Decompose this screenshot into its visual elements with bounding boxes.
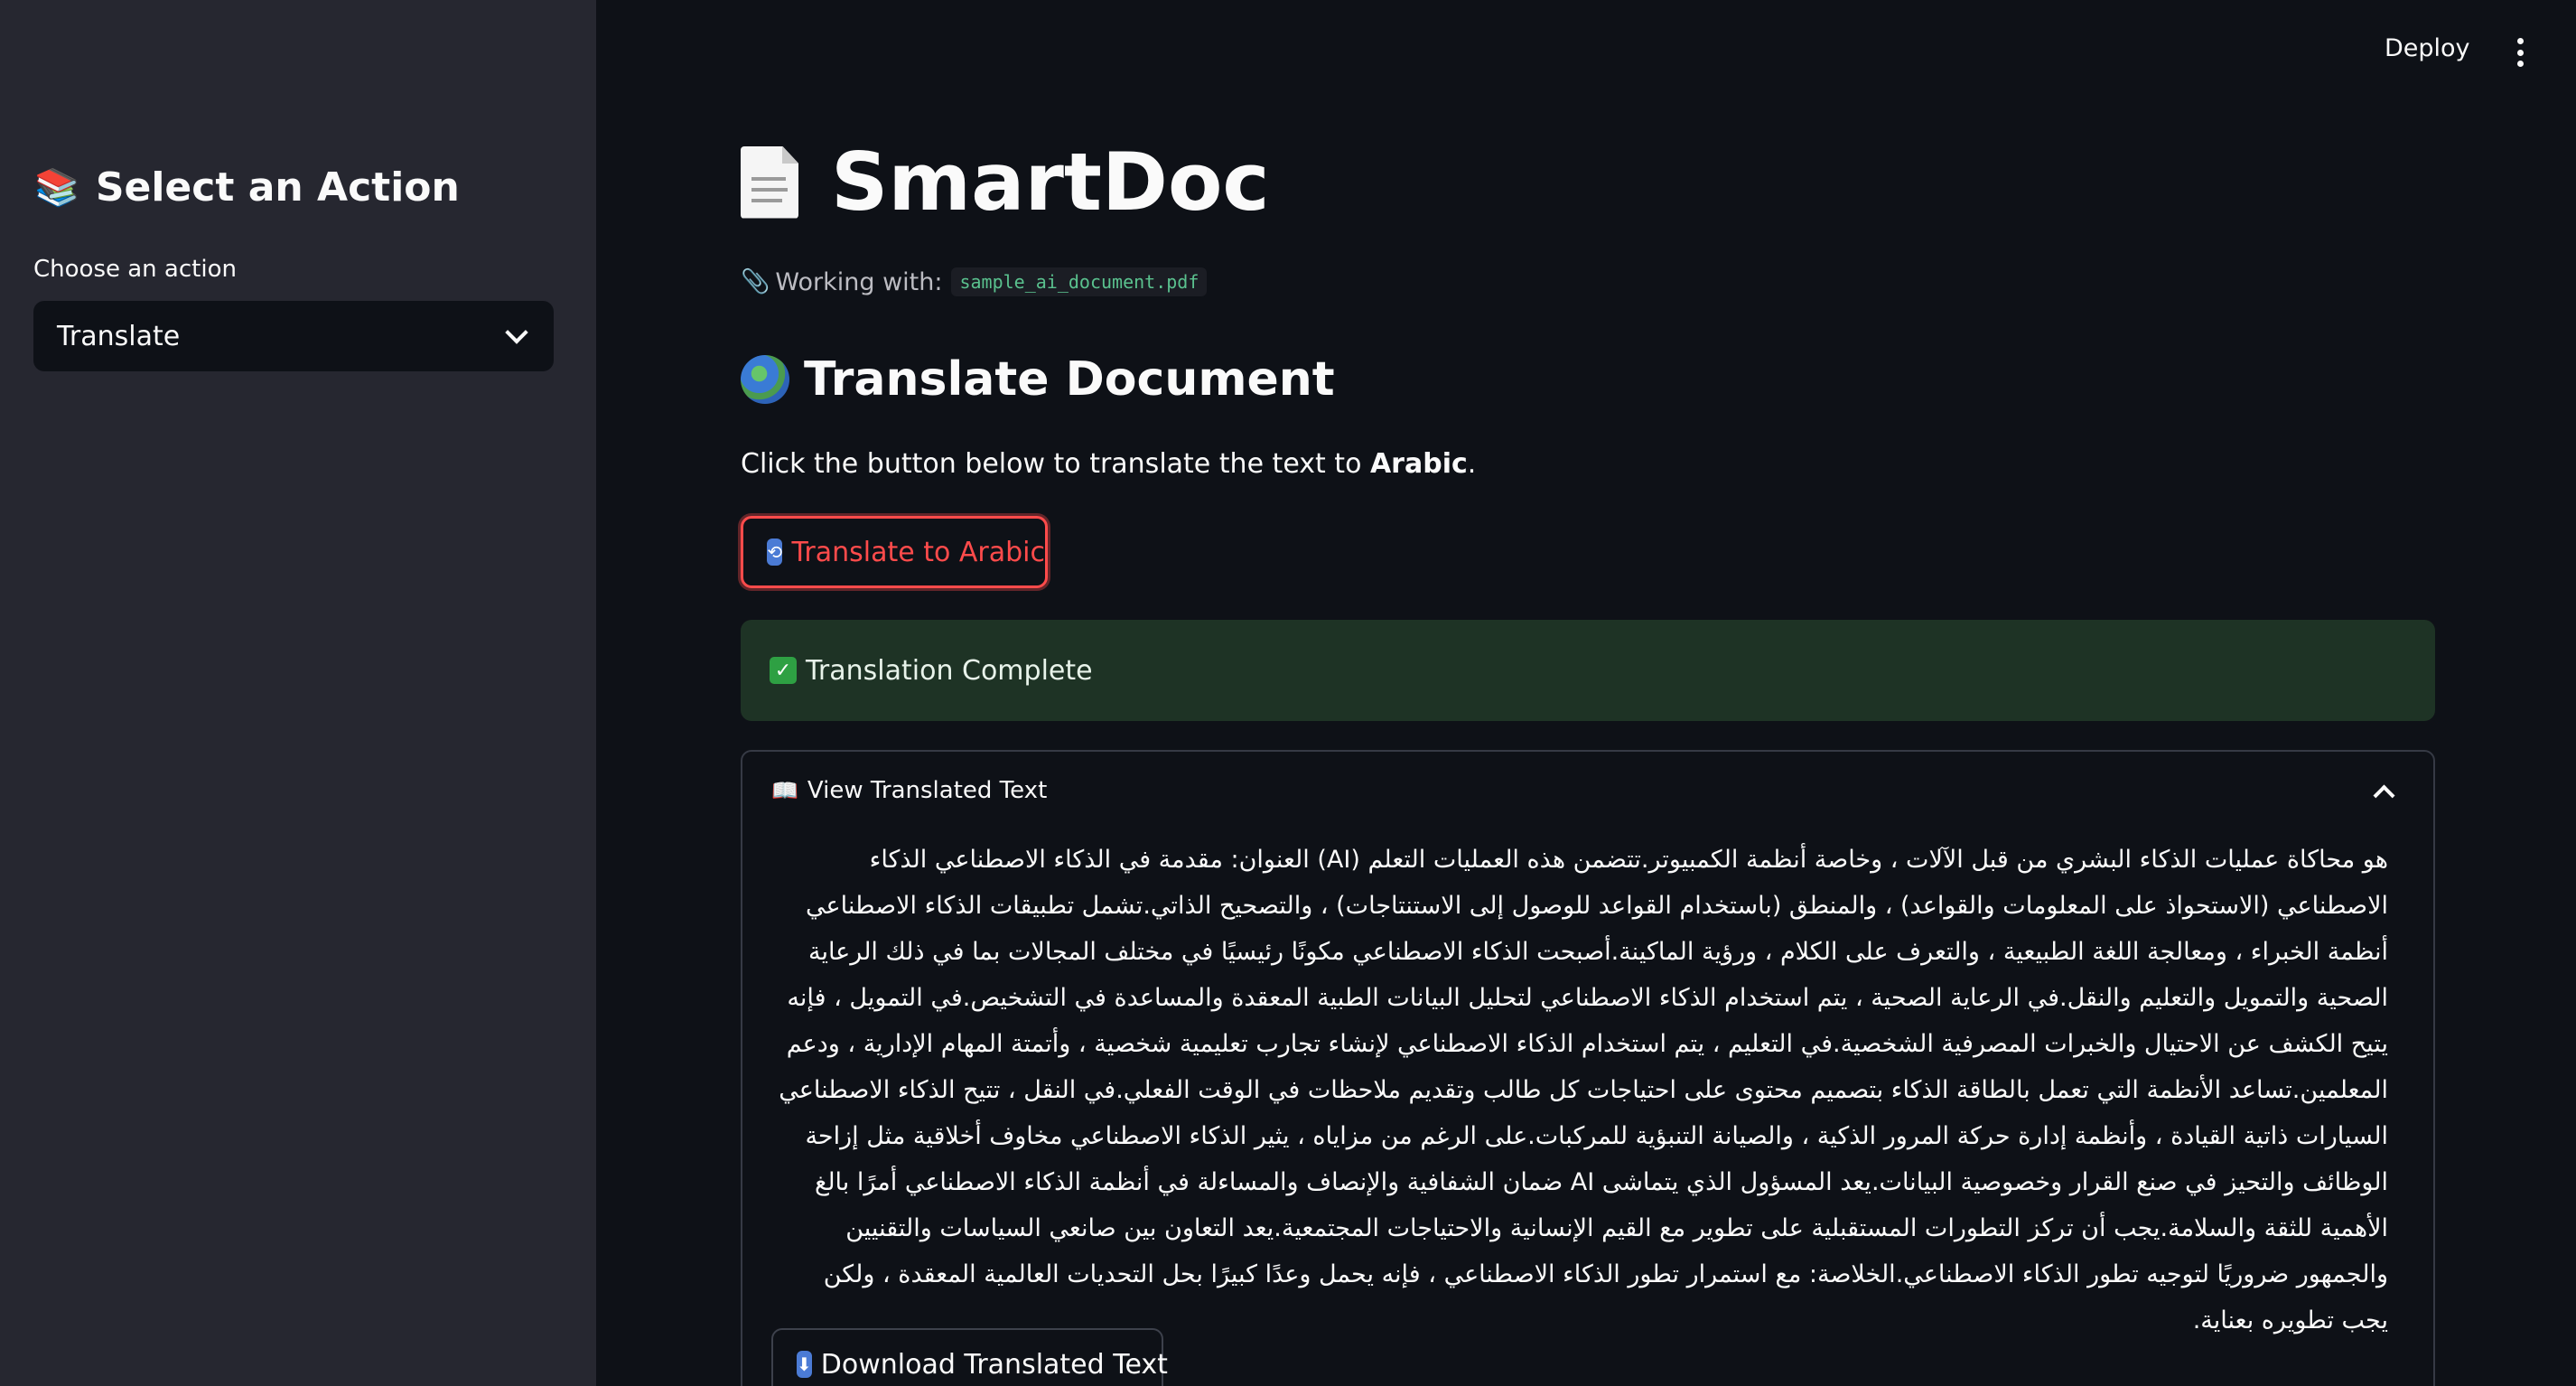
action-select[interactable]: Translate — [33, 301, 554, 371]
deploy-button[interactable]: Deploy — [2385, 34, 2470, 62]
working-with: 📎 Working with: sample_ai_document.pdf — [741, 267, 1208, 296]
page-title: SmartDoc — [741, 136, 1270, 229]
translated-text-expander: 📖 View Translated Text هو محاكاة عمليات … — [741, 750, 2435, 1386]
check-icon: ✓ — [770, 657, 797, 684]
instruction-prefix: Click the button below to translate the … — [741, 448, 1370, 480]
download-icon: ⬇ — [797, 1351, 812, 1378]
globe-icon — [741, 355, 789, 404]
books-icon: 📚 — [34, 167, 79, 209]
page-title-text: SmartDoc — [831, 136, 1270, 229]
chevron-up-icon[interactable] — [2373, 784, 2395, 807]
translated-text: هو محاكاة عمليات الذكاء البشري من قبل ال… — [779, 846, 2388, 1334]
sidebar-title: 📚 Select an Action — [34, 164, 460, 211]
success-alert: ✓ Translation Complete — [741, 620, 2435, 721]
working-with-label: Working with: — [775, 267, 943, 296]
instruction-text: Click the button below to translate the … — [741, 448, 1476, 480]
translate-button-label: Translate to Arabic — [791, 536, 1045, 568]
expander-label: View Translated Text — [807, 777, 1048, 804]
download-button-label: Download Translated Text — [820, 1348, 1168, 1381]
download-button[interactable]: ⬇ Download Translated Text — [771, 1328, 1168, 1386]
sidebar: 📚 Select an Action Choose an action Tran… — [0, 0, 596, 1386]
translate-button[interactable]: ⟲ Translate to Arabic — [741, 516, 1048, 588]
sidebar-title-text: Select an Action — [95, 164, 460, 211]
section-title-text: Translate Document — [804, 352, 1335, 407]
success-message: Translation Complete — [806, 654, 1093, 687]
more-vertical-icon[interactable] — [2516, 38, 2524, 67]
select-label: Choose an action — [33, 256, 237, 283]
repeat-icon: ⟲ — [767, 538, 783, 566]
instruction-language: Arabic — [1369, 448, 1468, 480]
section-title: Translate Document — [741, 352, 1335, 407]
paperclip-icon: 📎 — [741, 268, 770, 295]
chevron-down-icon — [505, 321, 528, 344]
expander-header[interactable]: 📖 View Translated Text — [771, 777, 1047, 804]
action-select-value: Translate — [57, 320, 181, 352]
document-icon — [741, 145, 798, 219]
open-book-icon: 📖 — [771, 778, 798, 803]
instruction-suffix: . — [1467, 448, 1477, 480]
file-name: sample_ai_document.pdf — [951, 267, 1208, 296]
app-window: 📚 Select an Action Choose an action Tran… — [0, 0, 2576, 1386]
